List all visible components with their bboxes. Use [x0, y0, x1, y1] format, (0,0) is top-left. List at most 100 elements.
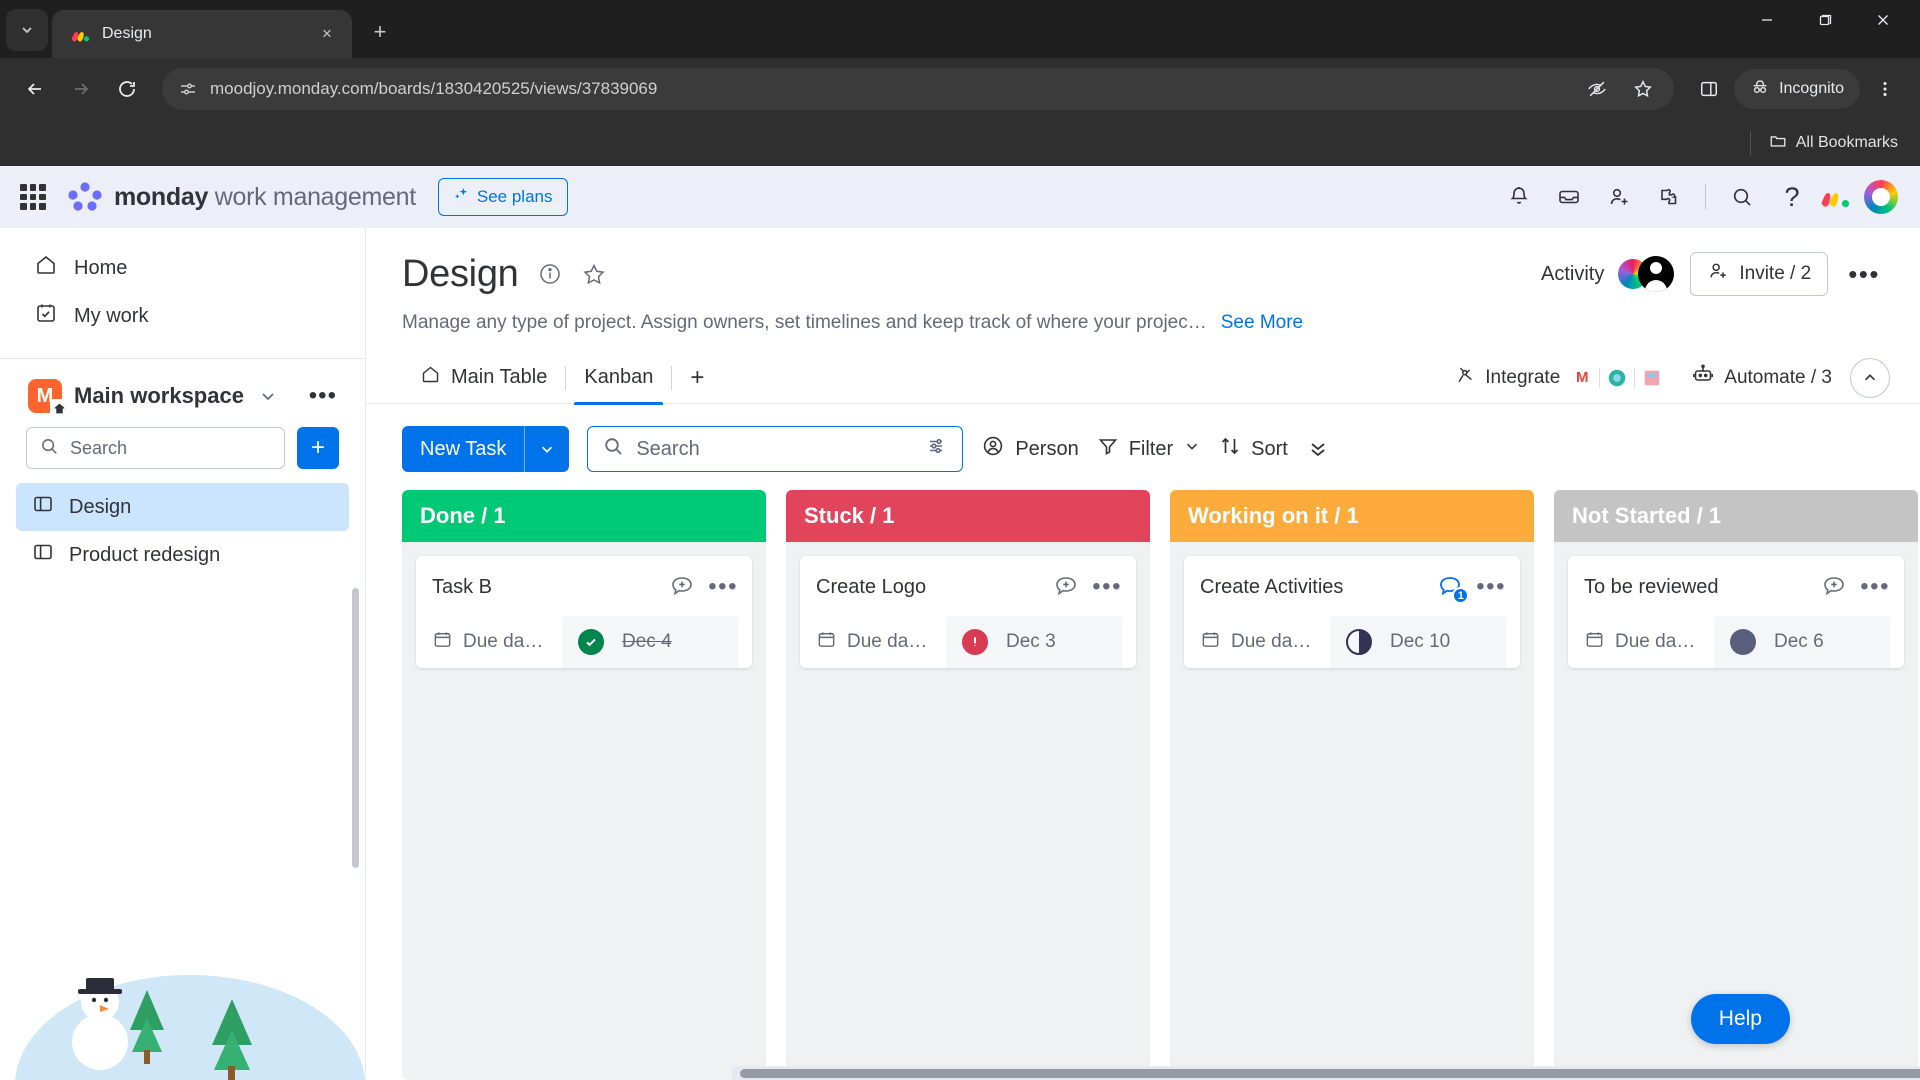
add-update-icon[interactable]: [668, 572, 698, 602]
incognito-label: Incognito: [1779, 80, 1844, 97]
workspace-more-icon[interactable]: •••: [309, 382, 343, 410]
kanban-column: Stuck / 1 Create Logo ••• Due da… Dec 3: [786, 490, 1150, 1080]
sort-button[interactable]: Sort: [1219, 435, 1288, 463]
add-update-icon[interactable]: [1820, 572, 1850, 602]
incognito-indicator[interactable]: Incognito: [1734, 69, 1860, 109]
kanban-card[interactable]: To be reviewed ••• Due da… Dec 6: [1568, 556, 1904, 668]
reload-button[interactable]: [106, 68, 148, 110]
kanban-column: Done / 1 Task B ••• Due da… Dec 4: [402, 490, 766, 1080]
integrate-icon: [1454, 364, 1476, 392]
kanban-column-title: Not Started / 1: [1572, 503, 1722, 528]
comments-icon[interactable]: 1: [1436, 572, 1470, 604]
more-toolbar-options-icon[interactable]: [1306, 437, 1330, 461]
search-settings-icon[interactable]: [926, 435, 948, 463]
monday-logo[interactable]: monday work management: [68, 182, 416, 212]
browser-tab[interactable]: Design ×: [52, 10, 352, 58]
integrate-button[interactable]: Integrate M: [1446, 364, 1673, 392]
address-bar[interactable]: moodjoy.monday.com/boards/1830420525/vie…: [162, 68, 1675, 110]
tab-kanban[interactable]: Kanban: [566, 352, 671, 405]
sidebar-item-design[interactable]: Design: [16, 483, 349, 531]
kanban-column-body[interactable]: Task B ••• Due da… Dec 4: [402, 542, 766, 1080]
kanban-column-body[interactable]: Create Logo ••• Due da… Dec 3: [786, 542, 1150, 1080]
incognito-icon: [1750, 77, 1770, 102]
due-date-value[interactable]: Dec 4: [562, 616, 738, 668]
due-date-value[interactable]: Dec 6: [1714, 616, 1890, 668]
chevron-down-icon[interactable]: [258, 386, 278, 406]
user-avatar[interactable]: [1864, 180, 1898, 214]
bookmark-star-icon[interactable]: [1624, 70, 1662, 108]
due-date-label: Due da…: [816, 629, 946, 656]
new-task-chevron-down-icon[interactable]: [525, 426, 569, 472]
kanban-column-title: Stuck / 1: [804, 503, 895, 528]
tab-search-chevron-icon[interactable]: [6, 9, 48, 51]
search-icon[interactable]: [1720, 175, 1764, 219]
see-plans-button[interactable]: See plans: [437, 178, 568, 216]
site-settings-icon[interactable]: [178, 79, 198, 99]
horizontal-scrollbar[interactable]: [732, 1066, 1920, 1080]
kanban-card[interactable]: Create Activities 1 ••• Due da… Dec 10: [1184, 556, 1520, 668]
filter-button[interactable]: Filter: [1097, 435, 1201, 463]
workspace-selector[interactable]: M Main workspace •••: [0, 359, 365, 427]
automate-button[interactable]: Automate / 3: [1683, 363, 1840, 393]
minimize-button[interactable]: [1738, 0, 1796, 40]
sidebar-item-product-redesign[interactable]: Product redesign: [16, 531, 349, 579]
due-date-value[interactable]: Dec 10: [1330, 616, 1506, 668]
monday-app: monday work management See plans ? Home …: [0, 166, 1920, 1080]
sidebar-scrollbar[interactable]: [352, 588, 359, 868]
invite-button[interactable]: Invite / 2: [1690, 252, 1829, 296]
kanban-card-more-icon[interactable]: •••: [1860, 573, 1890, 601]
forward-button[interactable]: [60, 68, 102, 110]
close-window-button[interactable]: [1854, 0, 1912, 40]
chevron-down-icon[interactable]: [1183, 437, 1201, 461]
sidebar-search-input[interactable]: Search: [26, 427, 285, 469]
kanban-card[interactable]: Create Logo ••• Due da… Dec 3: [800, 556, 1136, 668]
all-bookmarks-button[interactable]: All Bookmarks: [1769, 132, 1898, 155]
sidebar-item-home[interactable]: Home: [22, 244, 343, 292]
kanban-columns: Done / 1 Task B ••• Due da… Dec 4 Stuck …: [402, 490, 1920, 1080]
favorite-star-icon[interactable]: [581, 261, 607, 287]
marketplace-icon[interactable]: [1647, 175, 1691, 219]
side-panel-icon[interactable]: [1688, 68, 1730, 110]
board-more-icon[interactable]: •••: [1844, 259, 1884, 290]
add-view-button[interactable]: +: [672, 364, 722, 392]
new-task-button[interactable]: New Task: [402, 426, 570, 472]
kanban-column-body[interactable]: Create Activities 1 ••• Due da… Dec 10: [1170, 542, 1534, 1080]
kanban-card-more-icon[interactable]: •••: [1476, 573, 1506, 601]
collapse-header-button[interactable]: [1850, 357, 1890, 398]
kanban-card-more-icon[interactable]: •••: [1092, 573, 1122, 601]
person-filter-button[interactable]: Person: [981, 434, 1079, 464]
decorative-winter-illustration: [0, 870, 365, 1080]
bell-icon[interactable]: [1497, 175, 1541, 219]
kanban-board: Done / 1 Task B ••• Due da… Dec 4 Stuck …: [366, 490, 1920, 1080]
close-icon[interactable]: ×: [314, 21, 340, 47]
help-button[interactable]: Help: [1690, 994, 1790, 1044]
monday-mini-logo-icon[interactable]: [1820, 185, 1850, 209]
add-update-icon[interactable]: [1052, 572, 1082, 602]
status-not-started-icon: [1730, 629, 1756, 655]
invite-member-icon[interactable]: [1597, 175, 1641, 219]
see-plans-label: See plans: [476, 187, 553, 206]
search-placeholder: Search: [636, 437, 700, 460]
back-button[interactable]: [14, 68, 56, 110]
kanban-card-more-icon[interactable]: •••: [708, 573, 738, 601]
search-input[interactable]: Search: [587, 426, 964, 472]
apps-grid-icon[interactable]: [20, 184, 46, 210]
new-tab-button[interactable]: +: [362, 14, 398, 50]
kanban-card[interactable]: Task B ••• Due da… Dec 4: [416, 556, 752, 668]
sort-label: Sort: [1251, 437, 1288, 460]
maximize-button[interactable]: [1796, 0, 1854, 40]
due-date-value[interactable]: Dec 3: [946, 616, 1122, 668]
see-more-link[interactable]: See More: [1221, 312, 1303, 334]
tracking-protection-icon[interactable]: [1578, 70, 1616, 108]
sidebar-item-my-work[interactable]: My work: [22, 292, 343, 340]
kanban-card-title: Create Activities: [1200, 575, 1344, 598]
help-icon[interactable]: ?: [1770, 175, 1814, 219]
my-work-icon: [34, 301, 58, 331]
scrollbar-thumb[interactable]: [740, 1069, 1920, 1078]
add-board-button[interactable]: +: [297, 427, 339, 469]
inbox-icon[interactable]: [1547, 175, 1591, 219]
browser-menu-icon[interactable]: [1864, 68, 1906, 110]
activity-avatars[interactable]: [1618, 256, 1675, 292]
info-icon[interactable]: [537, 261, 563, 287]
tab-main-table[interactable]: Main Table: [402, 352, 565, 404]
